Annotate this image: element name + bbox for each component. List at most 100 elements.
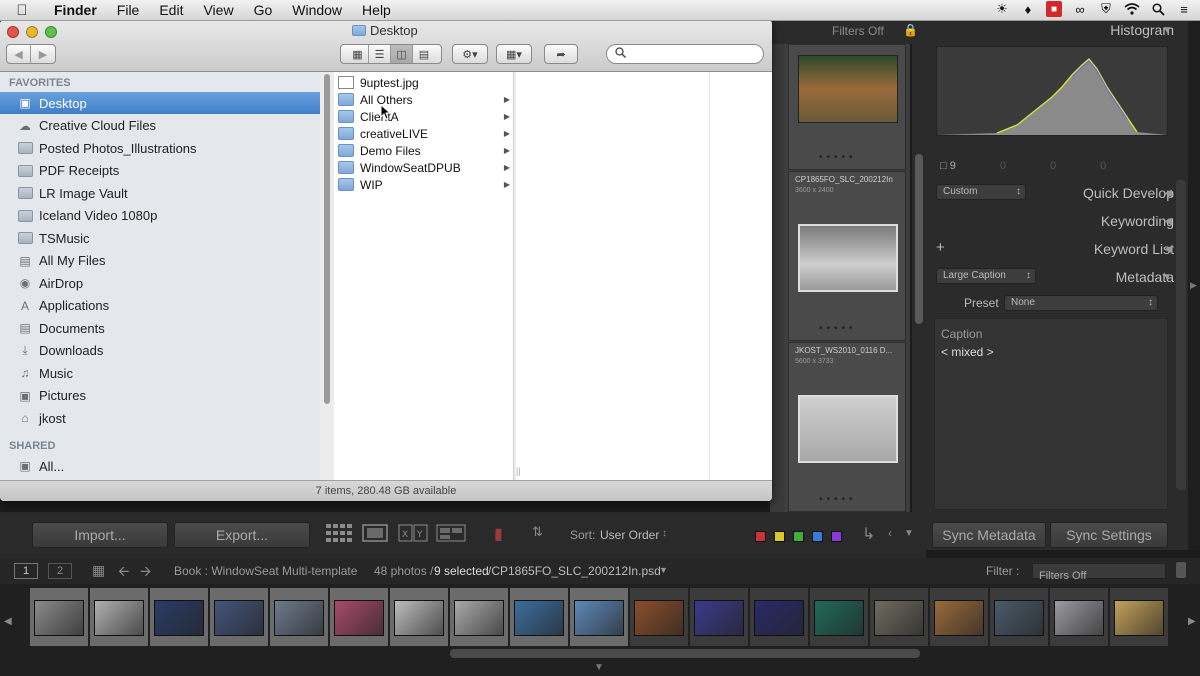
folder-row[interactable]: WindowSeatDPUB ▶ <box>338 159 514 176</box>
color-label-green[interactable] <box>793 531 804 542</box>
painter-spray-can-icon[interactable]: ▮ <box>494 524 503 544</box>
filmstrip-frame[interactable] <box>210 588 268 646</box>
filmstrip-thumbnail[interactable] <box>94 600 144 636</box>
grid-thumbnail[interactable] <box>798 395 898 463</box>
sidebar-item-downloads[interactable]: ⤓ Downloads <box>0 340 320 362</box>
filmstrip-thumbnail[interactable] <box>214 600 264 636</box>
filmstrip-thumbnail[interactable] <box>934 600 984 636</box>
grid-cell[interactable]: CP1865FO_SLC_200212In 3600 x 2400 ••••• <box>788 171 906 341</box>
rating-dots[interactable]: ••••• <box>819 152 857 163</box>
menu-help[interactable]: Help <box>352 2 401 18</box>
filmstrip-frame[interactable] <box>510 588 568 646</box>
filmstrip-thumbnail[interactable] <box>274 600 324 636</box>
caption-value[interactable]: < mixed > <box>941 345 994 359</box>
minimize-button[interactable] <box>26 26 38 38</box>
filmstrip-frame[interactable] <box>990 588 1048 646</box>
sidebar-item-iceland-video-1080p[interactable]: Iceland Video 1080p <box>0 205 320 227</box>
sidebar-item-pictures[interactable]: ▣ Pictures <box>0 385 320 407</box>
share-button[interactable]: ➦ <box>544 44 578 64</box>
grid-cell[interactable]: JKOST_WS2010_0116 D... 5600 x 3733 ••••• <box>788 342 906 512</box>
filmstrip-thumbnail[interactable] <box>874 600 924 636</box>
filmstrip-right-icon[interactable]: ▶ <box>1188 616 1196 627</box>
forward-arrow-icon[interactable]: 🡪 <box>140 561 151 585</box>
rotate-icon[interactable]: ↳ <box>862 524 875 544</box>
filmstrip-thumbnail[interactable] <box>154 600 204 636</box>
folder-row[interactable]: All Others ▶ <box>338 91 514 108</box>
filmstrip-scrollbar[interactable] <box>450 649 920 658</box>
filmstrip-frame[interactable] <box>450 588 508 646</box>
icon-view-icon[interactable]: ▦ <box>347 45 369 63</box>
keyword-list-header[interactable]: Keyword List <box>1094 241 1174 257</box>
source-breadcrumb[interactable]: Book : WindowSeat Multi-template <box>174 564 357 578</box>
brightness-icon[interactable]: ☀ <box>994 1 1010 17</box>
folder-row[interactable]: Demo Files ▶ <box>338 142 514 159</box>
filmstrip-thumbnail[interactable] <box>1054 600 1104 636</box>
filmstrip-thumbnail[interactable] <box>394 600 444 636</box>
rating-dots[interactable]: ••••• <box>819 494 857 505</box>
filmstrip-thumbnail[interactable] <box>34 600 84 636</box>
filmstrip-frame[interactable] <box>90 588 148 646</box>
sync-settings-button[interactable]: Sync Settings <box>1050 522 1168 548</box>
filmstrip-thumbnail[interactable] <box>814 600 864 636</box>
keywording-toggle-icon[interactable]: ◀ <box>1164 216 1172 227</box>
filmstrip-frame[interactable] <box>270 588 328 646</box>
filmstrip-frame[interactable] <box>30 588 88 646</box>
filmstrip-thumbnail[interactable] <box>1114 600 1164 636</box>
sidebar-item-jkost[interactable]: ⌂ jkost <box>0 407 320 429</box>
sync-metadata-button[interactable]: Sync Metadata <box>932 522 1046 548</box>
sidebar-item-documents[interactable]: ▤ Documents <box>0 317 320 339</box>
creative-cloud-icon[interactable]: ∞ <box>1072 1 1088 17</box>
search-input[interactable] <box>606 44 764 64</box>
filmstrip-frame[interactable] <box>570 588 628 646</box>
screen-2-button[interactable]: 2 <box>48 563 72 579</box>
collapse-right-panel-icon[interactable]: ▶ <box>1190 280 1197 291</box>
lock-icon[interactable]: 🔒 <box>903 23 918 37</box>
sidebar-item-lr-image-vault[interactable]: LR Image Vault <box>0 182 320 204</box>
compare-view-icon[interactable]: XY <box>398 524 428 545</box>
apple-menu-icon[interactable]:  <box>0 2 44 19</box>
column-resize-handle[interactable]: || <box>516 466 521 476</box>
collapse-filmstrip-icon[interactable]: ▼ <box>594 662 604 673</box>
menu-file[interactable]: File <box>107 2 150 18</box>
filmstrip-left-icon[interactable]: ◀ <box>4 616 12 627</box>
grid-cell[interactable]: ••••• <box>788 44 906 170</box>
menu-view[interactable]: View <box>193 2 243 18</box>
menu-edit[interactable]: Edit <box>149 2 193 18</box>
file-dropdown-icon[interactable]: ▼ <box>659 565 668 575</box>
color-label-blue[interactable] <box>812 531 823 542</box>
notification-center-icon[interactable]: ≡ <box>1176 1 1192 17</box>
close-button[interactable] <box>7 26 19 38</box>
sidebar-item-posted-photos-illustrations[interactable]: Posted Photos_Illustrations <box>0 137 320 159</box>
filmstrip-frame[interactable] <box>690 588 748 646</box>
file-row[interactable]: 9uptest.jpg <box>338 74 514 91</box>
sidebar-item-desktop[interactable]: ▣ Desktop <box>0 92 320 114</box>
grid-scrollbar-thumb[interactable] <box>915 154 923 324</box>
filmstrip-thumbnail[interactable] <box>334 600 384 636</box>
grid-thumbnail[interactable] <box>798 224 898 292</box>
grid-view-icon[interactable] <box>326 524 352 545</box>
evernote-icon[interactable]: ♦ <box>1020 1 1036 17</box>
column-view-icon[interactable]: ◫ <box>391 45 413 63</box>
menu-app-finder[interactable]: Finder <box>44 2 107 18</box>
sidebar-scrollbar[interactable] <box>322 72 332 480</box>
sidebar-item-music[interactable]: ♫ Music <box>0 362 320 384</box>
color-label-purple[interactable] <box>831 531 842 542</box>
toolbar-menu-icon[interactable]: ▼ <box>904 528 914 539</box>
forward-button[interactable]: ▶ <box>31 45 55 63</box>
sidebar-item-creative-cloud-files[interactable]: ☁ Creative Cloud Files <box>0 115 320 137</box>
sort-value-select[interactable]: User Order <box>600 528 659 542</box>
metadata-view-select[interactable]: Large Caption ↕ <box>936 268 1036 284</box>
grid-small-icon[interactable]: ▦ <box>92 562 105 579</box>
back-arrow-icon[interactable]: 🡨 <box>118 561 129 585</box>
sort-stepper-icon[interactable]: ↕ <box>662 528 667 539</box>
sidebar-item-tsmusic[interactable]: TSMusic <box>0 227 320 249</box>
export-button[interactable]: Export... <box>174 522 310 548</box>
filmstrip-frame[interactable] <box>390 588 448 646</box>
filmstrip-frame[interactable] <box>810 588 868 646</box>
action-menu-button[interactable]: ⚙▾ <box>452 44 488 64</box>
filmstrip-thumbnail[interactable] <box>574 600 624 636</box>
screen-1-button[interactable]: 1 <box>14 563 38 579</box>
keyword-list-toggle-icon[interactable]: ◀ <box>1164 244 1172 255</box>
metadata-preset-select[interactable]: None ↕ <box>1004 295 1158 311</box>
sidebar-item-airdrop[interactable]: ◉ AirDrop <box>0 272 320 294</box>
